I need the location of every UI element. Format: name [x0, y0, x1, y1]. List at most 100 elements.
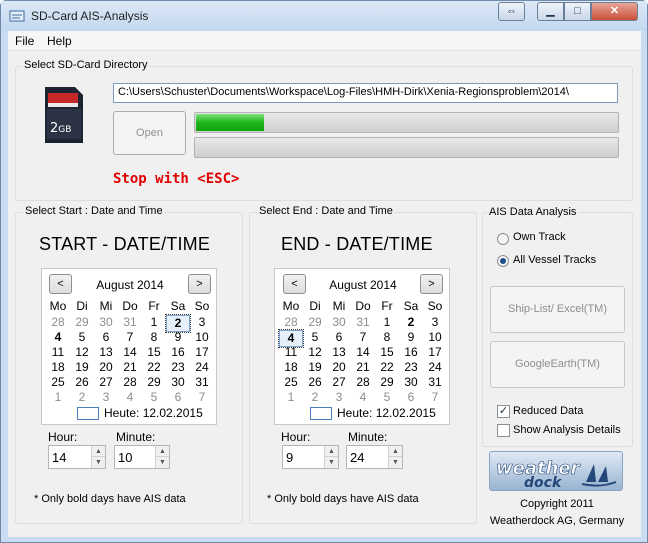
calendar-day[interactable]: 19: [303, 360, 327, 375]
calendar-day[interactable]: 21: [351, 360, 375, 375]
calendar-day[interactable]: 24: [423, 360, 447, 375]
calendar-day[interactable]: 14: [118, 345, 142, 360]
calendar-day[interactable]: 12: [303, 345, 327, 360]
calendar-day[interactable]: 16: [166, 345, 190, 360]
reduced-data-checkbox[interactable]: ✓: [497, 405, 510, 418]
calendar-day[interactable]: 24: [190, 360, 214, 375]
calendar-day[interactable]: 13: [327, 345, 351, 360]
calendar-day[interactable]: 22: [375, 360, 399, 375]
calendar-day[interactable]: 25: [279, 375, 303, 390]
calendar-day[interactable]: 30: [327, 315, 351, 330]
calendar-day[interactable]: 28: [118, 375, 142, 390]
calendar-day[interactable]: 6: [327, 330, 351, 345]
calendar-day[interactable]: 5: [142, 390, 166, 405]
calendar-day[interactable]: 2: [303, 390, 327, 405]
calendar-day[interactable]: 8: [142, 330, 166, 345]
calendar-day[interactable]: 5: [70, 330, 94, 345]
calendar-day[interactable]: 6: [166, 390, 190, 405]
calendar-day[interactable]: 11: [46, 345, 70, 360]
calendar-day[interactable]: 3: [327, 390, 351, 405]
calendar-day[interactable]: 28: [351, 375, 375, 390]
today-row[interactable]: Heute: 12.02.2015: [42, 405, 218, 423]
calendar-day[interactable]: 10: [190, 330, 214, 345]
calendar-day[interactable]: 10: [423, 330, 447, 345]
calendar-day[interactable]: 18: [46, 360, 70, 375]
calendar-day[interactable]: 4: [351, 390, 375, 405]
calendar-day[interactable]: 7: [423, 390, 447, 405]
calendar-day[interactable]: 6: [94, 330, 118, 345]
calendar-day[interactable]: 13: [94, 345, 118, 360]
open-button[interactable]: Open: [113, 111, 186, 155]
calendar-day[interactable]: 30: [166, 375, 190, 390]
calendar-day[interactable]: 5: [375, 390, 399, 405]
menu-file[interactable]: File: [15, 34, 34, 48]
calendar-day[interactable]: 21: [118, 360, 142, 375]
minute-down-icon[interactable]: ▼: [389, 457, 402, 468]
calendar-day[interactable]: 4: [118, 390, 142, 405]
calendar-day[interactable]: 19: [70, 360, 94, 375]
calendar-day[interactable]: 3: [190, 315, 214, 330]
calendar-day[interactable]: 27: [94, 375, 118, 390]
calendar-day[interactable]: 20: [327, 360, 351, 375]
calendar-day[interactable]: 30: [399, 375, 423, 390]
calendar-day[interactable]: 31: [118, 315, 142, 330]
ship-list-excel-button[interactable]: Ship-List/ Excel(TM): [490, 286, 625, 333]
end-minute-stepper[interactable]: 24 ▲ ▼: [346, 445, 403, 469]
all-vessel-tracks-radio[interactable]: [497, 255, 509, 267]
calendar-day[interactable]: 15: [375, 345, 399, 360]
calendar-day[interactable]: 15: [142, 345, 166, 360]
calendar-day[interactable]: 9: [166, 330, 190, 345]
minute-up-icon[interactable]: ▲: [389, 446, 402, 457]
calendar-day[interactable]: 4: [46, 330, 70, 345]
start-hour-stepper[interactable]: 14 ▲ ▼: [48, 445, 106, 469]
calendar-day[interactable]: 9: [399, 330, 423, 345]
minimize-button[interactable]: ▁: [537, 2, 564, 21]
calendar-day[interactable]: 30: [94, 315, 118, 330]
calendar-day[interactable]: 29: [375, 375, 399, 390]
calendar-day[interactable]: 8: [375, 330, 399, 345]
end-hour-stepper[interactable]: 9 ▲ ▼: [282, 445, 339, 469]
calendar-day[interactable]: 7: [351, 330, 375, 345]
calendar-day[interactable]: 29: [303, 315, 327, 330]
calendar-day[interactable]: 1: [375, 315, 399, 330]
all-vessel-tracks-label[interactable]: All Vessel Tracks: [513, 254, 596, 266]
calendar-day[interactable]: 2: [399, 315, 423, 330]
own-track-radio[interactable]: [497, 233, 509, 245]
calendar-day[interactable]: 1: [142, 315, 166, 330]
calendar-day[interactable]: 1: [46, 390, 70, 405]
own-track-label[interactable]: Own Track: [513, 231, 566, 243]
calendar-day[interactable]: 23: [166, 360, 190, 375]
calendar-day[interactable]: 14: [351, 345, 375, 360]
calendar-day[interactable]: 3: [94, 390, 118, 405]
resize-arrows-button[interactable]: ⇔: [498, 2, 525, 21]
calendar-day[interactable]: 29: [142, 375, 166, 390]
calendar-day[interactable]: 28: [279, 315, 303, 330]
calendar-day[interactable]: 6: [399, 390, 423, 405]
calendar-day[interactable]: 29: [70, 315, 94, 330]
calendar-day[interactable]: 17: [423, 345, 447, 360]
next-month-button[interactable]: >: [188, 274, 211, 294]
start-calendar[interactable]: < August 2014 > Mo Di Mi Do Fr Sa So 28 29 30 31 1…: [41, 268, 217, 425]
start-minute-stepper[interactable]: 10 ▲ ▼: [114, 445, 170, 469]
calendar-day[interactable]: 25: [46, 375, 70, 390]
hour-down-icon[interactable]: ▼: [325, 457, 338, 468]
calendar-day[interactable]: 7: [118, 330, 142, 345]
calendar-day[interactable]: 26: [303, 375, 327, 390]
end-calendar[interactable]: < August 2014 > Mo Di Mi Do Fr Sa So 28 29 30 31 1…: [274, 268, 450, 425]
calendar-day[interactable]: 31: [190, 375, 214, 390]
calendar-day[interactable]: 22: [142, 360, 166, 375]
minute-up-icon[interactable]: ▲: [156, 446, 169, 457]
today-row[interactable]: Heute: 12.02.2015: [275, 405, 451, 423]
calendar-day[interactable]: 20: [94, 360, 118, 375]
maximize-button[interactable]: □: [564, 2, 591, 21]
calendar-day[interactable]: 18: [279, 360, 303, 375]
close-button[interactable]: ✕: [591, 2, 638, 21]
minute-down-icon[interactable]: ▼: [156, 457, 169, 468]
calendar-day[interactable]: 3: [423, 315, 447, 330]
calendar-day[interactable]: 23: [399, 360, 423, 375]
hour-down-icon[interactable]: ▼: [92, 457, 105, 468]
calendar-day[interactable]: 26: [70, 375, 94, 390]
calendar-day[interactable]: 16: [399, 345, 423, 360]
calendar-day[interactable]: 7: [190, 390, 214, 405]
hour-up-icon[interactable]: ▲: [325, 446, 338, 457]
